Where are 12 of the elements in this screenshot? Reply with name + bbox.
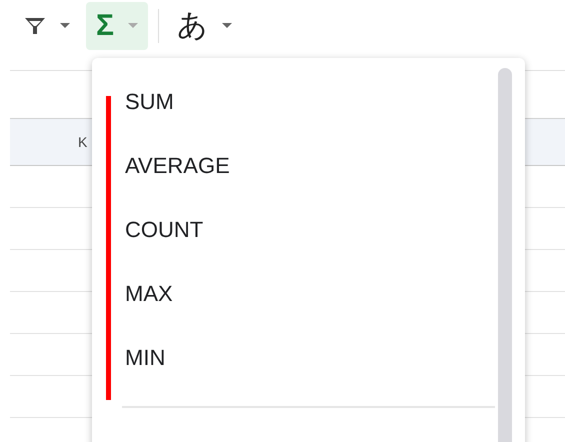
caret-icon bbox=[60, 23, 70, 29]
filter-icon bbox=[24, 16, 46, 36]
menu-item[interactable]: AVERAGE bbox=[92, 134, 230, 198]
menu-item[interactable]: MAX bbox=[92, 262, 173, 326]
caret-icon bbox=[128, 23, 138, 29]
toolbar-button[interactable]: Σ bbox=[86, 2, 148, 50]
toolbar-button[interactable]: あ bbox=[167, 2, 242, 50]
menu-item[interactable]: MIN bbox=[92, 326, 166, 390]
scrollbar-thumb[interactable] bbox=[498, 68, 512, 442]
caret-icon bbox=[222, 23, 232, 29]
menu-item[interactable]: SUM bbox=[92, 70, 174, 134]
menu-item[interactable]: COUNT bbox=[92, 198, 204, 262]
